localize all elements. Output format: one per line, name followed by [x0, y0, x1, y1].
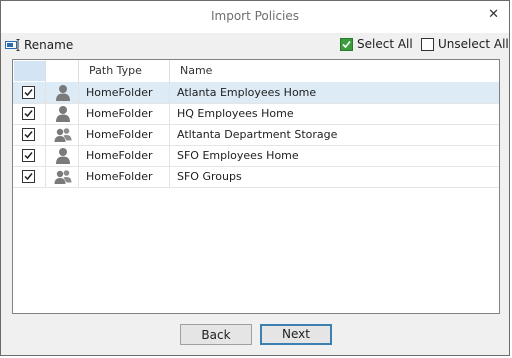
- unselect-all-checkbox[interactable]: Unselect All: [421, 37, 509, 51]
- column-header-name[interactable]: Name: [180, 64, 212, 77]
- name-cell: Atltanta Department Storage: [177, 128, 338, 141]
- column-divider: [45, 103, 46, 124]
- table-row[interactable]: HomeFolder SFO Groups: [13, 166, 499, 188]
- unselect-all-box: [421, 37, 434, 51]
- row-checkbox[interactable]: [22, 149, 35, 162]
- name-cell: SFO Groups: [177, 170, 242, 183]
- rename-icon: [5, 39, 21, 51]
- select-all-label: Select All: [357, 37, 413, 51]
- unselect-all-label: Unselect All: [438, 37, 509, 51]
- row-checkbox[interactable]: [22, 128, 35, 141]
- name-cell: SFO Employees Home: [177, 149, 299, 162]
- user-icon: [54, 105, 72, 122]
- column-divider: [78, 103, 79, 124]
- group-icon: [54, 126, 72, 143]
- select-all-check-icon: [340, 37, 353, 51]
- column-divider: [78, 82, 79, 103]
- name-cell: Atlanta Employees Home: [177, 86, 317, 99]
- column-divider: [169, 60, 170, 82]
- column-divider: [45, 145, 46, 166]
- policies-grid: Path Type Name HomeFolder Atlanta Employe…: [12, 59, 500, 314]
- rename-label: Rename: [24, 38, 74, 52]
- path-type-cell: HomeFolder: [86, 128, 153, 141]
- column-divider: [78, 166, 79, 187]
- import-policies-dialog: Import Policies ✕ Rename Select All Unse…: [0, 0, 510, 356]
- path-type-cell: HomeFolder: [86, 149, 153, 162]
- name-cell: HQ Employees Home: [177, 107, 294, 120]
- title-bar: Import Policies ✕: [1, 1, 509, 33]
- row-checkbox[interactable]: [22, 86, 35, 99]
- user-icon: [54, 147, 72, 164]
- column-header-path-type[interactable]: Path Type: [89, 64, 142, 77]
- close-icon[interactable]: ✕: [488, 7, 499, 22]
- path-type-cell: HomeFolder: [86, 107, 153, 120]
- column-divider: [78, 124, 79, 145]
- grid-header: Path Type Name: [13, 60, 499, 83]
- rename-button[interactable]: Rename: [5, 38, 73, 52]
- table-row[interactable]: HomeFolder Atlanta Employees Home: [13, 82, 499, 104]
- group-icon: [54, 168, 72, 185]
- back-button[interactable]: Back: [180, 324, 252, 345]
- table-row[interactable]: HomeFolder HQ Employees Home: [13, 103, 499, 125]
- column-divider: [169, 82, 170, 103]
- select-all-checkbox[interactable]: Select All: [340, 37, 413, 51]
- column-divider: [169, 103, 170, 124]
- column-divider: [45, 82, 46, 103]
- column-divider: [169, 166, 170, 187]
- column-divider: [78, 60, 79, 82]
- column-divider: [169, 145, 170, 166]
- column-divider: [45, 166, 46, 187]
- table-row[interactable]: HomeFolder Atltanta Department Storage: [13, 124, 499, 146]
- table-row[interactable]: HomeFolder SFO Employees Home: [13, 145, 499, 167]
- path-type-cell: HomeFolder: [86, 170, 153, 183]
- path-type-cell: HomeFolder: [86, 86, 153, 99]
- toolbar: Rename Select All Unselect All: [1, 34, 509, 58]
- column-divider: [45, 124, 46, 145]
- row-checkbox[interactable]: [22, 170, 35, 183]
- header-select-cell[interactable]: [14, 61, 45, 81]
- column-divider: [169, 124, 170, 145]
- row-checkbox[interactable]: [22, 107, 35, 120]
- user-icon: [54, 84, 72, 101]
- column-divider: [78, 145, 79, 166]
- next-button[interactable]: Next: [260, 324, 332, 345]
- column-divider: [45, 60, 46, 82]
- dialog-title: Import Policies: [210, 9, 300, 23]
